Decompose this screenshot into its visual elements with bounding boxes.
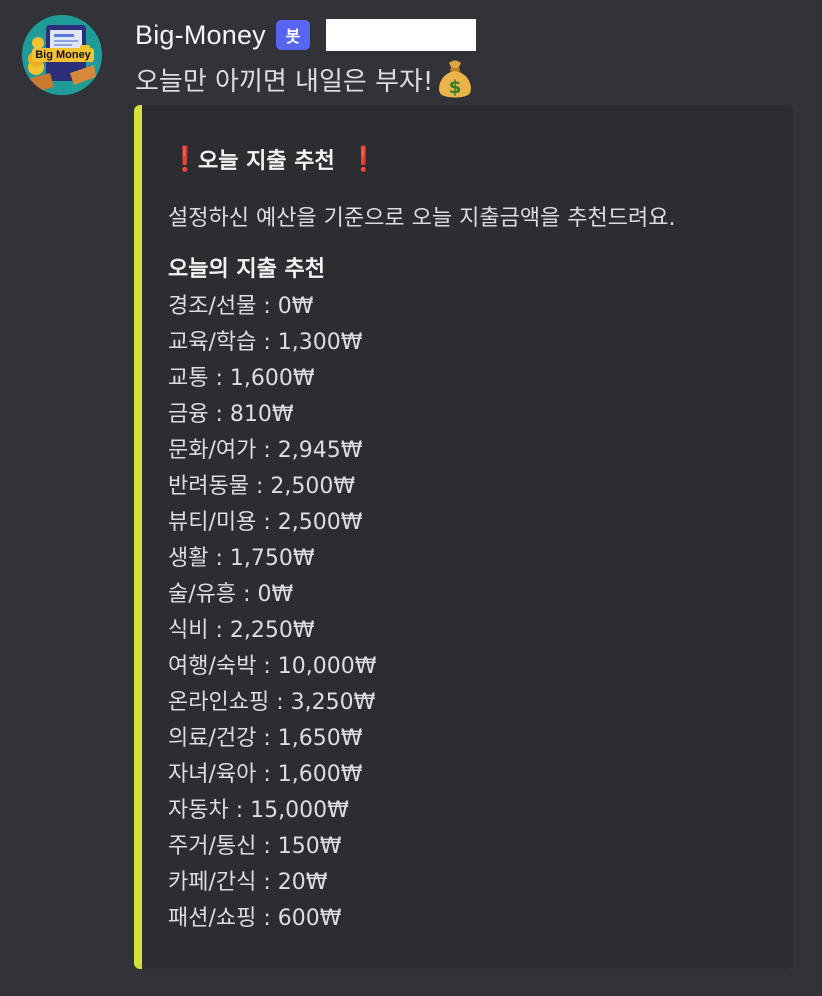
exclamation-icon: ❗	[348, 145, 379, 173]
list-item: 생활 : 1,750₩	[168, 546, 315, 571]
recommendation-list: 경조/선물 : 0₩ 교육/학습 : 1,300₩ 교통 : 1,600₩ 금융…	[168, 289, 377, 937]
list-item: 온라인쇼핑 : 3,250₩	[168, 690, 376, 715]
list-item: 의료/건강 : 1,650₩	[168, 726, 363, 751]
svg-text:$: $	[449, 77, 462, 98]
embed-accent-bar	[134, 105, 142, 969]
list-item: 자동차 : 15,000₩	[168, 798, 349, 823]
list-item: 술/유흥 : 0₩	[168, 582, 294, 607]
list-item: 식비 : 2,250₩	[168, 618, 315, 643]
bot-badge: 봇	[275, 20, 310, 50]
message-text: 오늘만 아끼면 내일은 부자!	[135, 66, 434, 97]
list-item: 교육/학습 : 1,300₩	[168, 330, 363, 355]
username[interactable]: Big-Money	[135, 20, 266, 51]
embed-card: ❗ 오늘 지출 추천 ❗ 설정하신 예산을 기준으로 오늘 지출금액을 추천드려…	[134, 105, 793, 969]
avatar-logo-text: Big Money	[32, 48, 94, 62]
list-item: 패션/쇼핑 : 600₩	[168, 906, 342, 931]
embed-description: 설정하신 예산을 기준으로 오늘 지출금액을 추천드려요.	[168, 206, 676, 231]
redacted-box	[325, 19, 476, 51]
chat-message: Big Money Big-Money 봇 오늘만 아끼면 내일은 부자! $ …	[0, 0, 822, 996]
list-item: 여행/숙박 : 10,000₩	[168, 654, 377, 679]
exclamation-icon: ❗	[170, 145, 200, 173]
list-item: 경조/선물 : 0₩	[168, 294, 314, 319]
embed-title: ❗ 오늘 지출 추천 ❗	[170, 143, 379, 175]
message-content: 오늘만 아끼면 내일은 부자! $	[135, 57, 475, 101]
list-item: 교통 : 1,600₩	[168, 366, 315, 391]
list-item: 카페/간식 : 20₩	[168, 870, 328, 895]
list-item: 뷰티/미용 : 2,500₩	[168, 510, 363, 535]
recommendation-list-title: 오늘의 지출 추천	[168, 257, 325, 282]
list-item: 자녀/육아 : 1,600₩	[168, 762, 363, 787]
list-item: 금융 : 810₩	[168, 402, 294, 427]
list-item: 문화/여가 : 2,945₩	[168, 438, 363, 463]
list-item: 주거/통신 : 150₩	[168, 834, 342, 859]
embed-title-text: 오늘 지출 추천	[198, 149, 335, 174]
moneybag-icon: $	[435, 57, 475, 101]
list-item: 반려동물 : 2,500₩	[168, 474, 356, 499]
bot-avatar[interactable]: Big Money	[22, 15, 102, 95]
message-header: Big-Money 봇	[135, 15, 476, 55]
